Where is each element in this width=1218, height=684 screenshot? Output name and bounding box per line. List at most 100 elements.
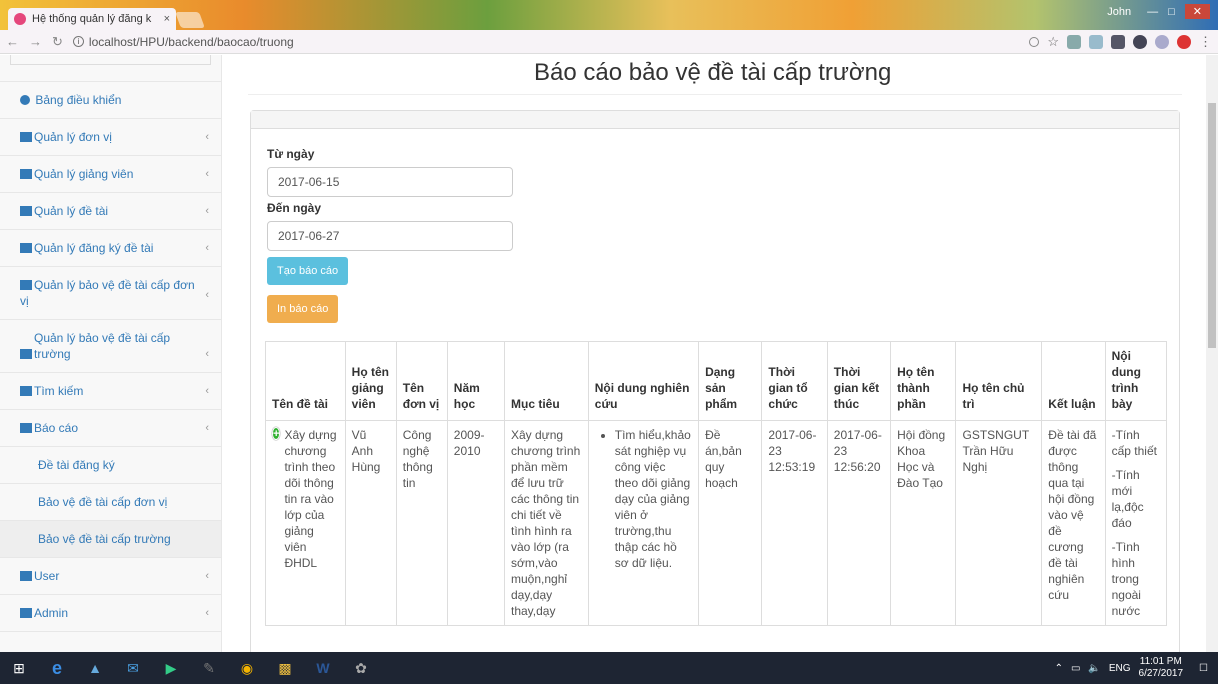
chevron-left-icon: ‹ xyxy=(205,422,209,434)
from-date-input[interactable]: 2017-06-15 xyxy=(267,167,513,197)
sidebar-item-lecturers[interactable]: Quản lý giảng viên ‹ xyxy=(0,156,221,193)
maximize-icon[interactable]: □ xyxy=(1168,6,1175,18)
taskbar-app-icon[interactable]: ✎ xyxy=(190,652,228,684)
sidebar-item-search[interactable]: Tìm kiếm ‹ xyxy=(0,373,221,410)
sidebar-item-label: Báo cáo xyxy=(34,421,79,435)
sidebar-item-reports[interactable]: Báo cáo ‹ xyxy=(0,410,221,447)
col-header[interactable]: Mục tiêu xyxy=(504,341,589,421)
new-tab-button[interactable] xyxy=(175,12,205,28)
tab-favicon-icon xyxy=(14,13,26,25)
taskbar-app-icon[interactable]: ✿ xyxy=(342,652,380,684)
chevron-left-icon: ‹ xyxy=(205,168,209,180)
col-header[interactable]: Tên đơn vị xyxy=(395,341,448,421)
col-header[interactable]: Nội dung trình bày xyxy=(1104,341,1168,421)
sitemap-icon xyxy=(20,243,32,253)
window-close-icon[interactable]: ✕ xyxy=(1184,4,1210,19)
taskbar-app-icon[interactable]: ▲ xyxy=(76,652,114,684)
sidebar-item-topics[interactable]: Quản lý đề tài ‹ xyxy=(0,193,221,230)
back-icon[interactable]: ← xyxy=(6,34,19,49)
network-icon[interactable]: ▭ xyxy=(1071,663,1080,674)
adblock-icon[interactable] xyxy=(1177,34,1191,49)
col-header[interactable]: Họ tên giảng viên xyxy=(344,341,397,421)
windows-taskbar: ⊞ e ▲ ✉ ▶ ✎ ◉ ▩ W ✿ ⌃ ▭ 🔈 ENG 11:01 PM 6… xyxy=(0,652,1218,684)
sidebar-item-school-defense[interactable]: Quản lý bảo vệ đề tài cấp trường ‹ xyxy=(0,320,221,373)
windows-start-icon[interactable]: ⊞ xyxy=(0,652,38,684)
col-header[interactable]: Tên đề tài xyxy=(265,341,346,421)
col-header[interactable]: Thời gian tổ chức xyxy=(761,341,828,421)
cell-chair: GSTSNGUT Trần Hữu Nghị xyxy=(955,420,1043,626)
col-header[interactable]: Họ tên chủ trì xyxy=(955,341,1043,421)
page-scrollbar[interactable] xyxy=(1206,55,1218,652)
chrome-icon[interactable]: ◉ xyxy=(228,652,266,684)
create-report-button[interactable]: Tạo báo cáo xyxy=(267,257,349,285)
sidebar-item-admin[interactable]: Admin ‹ xyxy=(0,595,221,632)
sidebar-item-label: Bảng điều khiển xyxy=(35,93,122,107)
bookmark-star-icon[interactable]: ☆ xyxy=(1047,34,1059,50)
tab-close-icon[interactable]: × xyxy=(164,13,170,25)
file-explorer-icon[interactable]: ▩ xyxy=(266,652,304,684)
extension-icon-5[interactable] xyxy=(1155,34,1169,49)
print-report-button[interactable]: In báo cáo xyxy=(267,295,339,323)
extension-icon-3[interactable] xyxy=(1111,34,1125,49)
main-content: Báo cáo bảo vệ đề tài cấp trường Từ ngày… xyxy=(222,55,1206,652)
language-indicator[interactable]: ENG xyxy=(1109,663,1131,674)
chevron-left-icon: ‹ xyxy=(205,131,209,143)
cell-end-time: 2017-06-23 12:56:20 xyxy=(826,420,892,626)
taskbar-clock[interactable]: 11:01 PM 6/27/2017 xyxy=(1139,656,1184,680)
site-info-icon[interactable]: i xyxy=(72,36,84,47)
sidebar-item-units[interactable]: Quản lý đơn vị ‹ xyxy=(0,119,221,156)
speaker-icon[interactable]: 🔈 xyxy=(1088,663,1100,674)
extensions-area: ☆ ⋮ xyxy=(1029,34,1212,50)
minimize-icon[interactable]: — xyxy=(1147,6,1158,18)
reload-icon[interactable]: ↻ xyxy=(52,34,63,50)
panel-heading xyxy=(251,111,1179,129)
col-header[interactable]: Nội dung nghiên cứu xyxy=(587,341,700,421)
col-header[interactable]: Năm học xyxy=(446,341,506,421)
cell-conclusion: Đề tài đã được thông qua tại hội đồng và… xyxy=(1041,420,1106,626)
media-player-icon[interactable]: ▶ xyxy=(152,652,190,684)
sidebar-subitem-unit-defense-report[interactable]: Bảo vệ đề tài cấp đơn vị xyxy=(0,484,221,521)
cell-objective: Xây dựng chương trình phần mềm để lưu tr… xyxy=(504,420,589,626)
menu-kebab-icon[interactable]: ⋮ xyxy=(1199,34,1212,50)
col-header[interactable]: Họ tên thành phần xyxy=(890,341,957,421)
col-header[interactable]: Thời gian kết thúc xyxy=(826,341,892,421)
word-icon[interactable]: W xyxy=(304,652,342,684)
from-date-label: Từ ngày xyxy=(267,147,315,161)
sidebar-subitem-registered-topics[interactable]: Đề tài đăng ký xyxy=(0,447,221,484)
chevron-left-icon: ‹ xyxy=(205,348,209,360)
col-header[interactable]: Kết luận xyxy=(1041,341,1106,421)
browser-titlebar: Hệ thống quản lý đăng k × John — □ ✕ xyxy=(0,0,1218,30)
edge-browser-icon[interactable]: e xyxy=(38,652,76,684)
sidebar-subitem-school-defense-report[interactable]: Bảo vệ đề tài cấp trường xyxy=(0,521,221,558)
scrollbar-thumb[interactable] xyxy=(1208,103,1216,348)
extension-icon-1[interactable] xyxy=(1067,34,1081,49)
mail-icon[interactable]: ✉ xyxy=(114,652,152,684)
sidebar-item-topic-registration[interactable]: Quản lý đăng ký đề tài ‹ xyxy=(0,230,221,267)
browser-user-label[interactable]: John xyxy=(1107,6,1131,18)
chevron-left-icon: ‹ xyxy=(205,607,209,619)
to-date-input[interactable]: 2017-06-27 xyxy=(267,221,513,251)
url-field[interactable]: i localhost/HPU/backend/baocao/truong xyxy=(72,35,1029,49)
chevron-left-icon: ‹ xyxy=(205,570,209,582)
sidebar-search[interactable] xyxy=(10,55,211,65)
sidebar-item-label: Tìm kiếm xyxy=(34,384,84,398)
sidebar-item-dashboard[interactable]: Bảng điều khiển xyxy=(0,81,221,119)
report-table: Tên đề tài Họ tên giảng viên Tên đơn vị … xyxy=(265,341,1168,626)
extension-icon-2[interactable] xyxy=(1089,34,1103,49)
cell-members: Hội đồng Khoa Học và Đào Tạo xyxy=(890,420,957,626)
extension-icon-4[interactable] xyxy=(1133,34,1147,49)
col-header[interactable]: Dạng sản phẩm xyxy=(698,341,763,421)
notifications-icon[interactable]: ☐ xyxy=(1199,663,1208,674)
chevron-left-icon: ‹ xyxy=(205,205,209,217)
sitemap-icon xyxy=(20,608,32,618)
browser-tab[interactable]: Hệ thống quản lý đăng k × xyxy=(8,8,176,30)
address-bar: ← → ↻ i localhost/HPU/backend/baocao/tru… xyxy=(0,30,1218,54)
sitemap-icon xyxy=(20,571,32,581)
expand-plus-icon[interactable]: + xyxy=(272,427,281,440)
zoom-icon[interactable] xyxy=(1029,36,1040,47)
tray-chevron-icon[interactable]: ⌃ xyxy=(1055,663,1063,674)
sidebar-item-unit-defense[interactable]: Quản lý bảo vệ đề tài cấp đơn vị ‹ xyxy=(0,267,221,320)
table-row: + Xây dựng chương trình theo dõi thông t… xyxy=(265,420,1168,626)
forward-icon[interactable]: → xyxy=(29,34,42,49)
sidebar-item-user[interactable]: User ‹ xyxy=(0,558,221,595)
